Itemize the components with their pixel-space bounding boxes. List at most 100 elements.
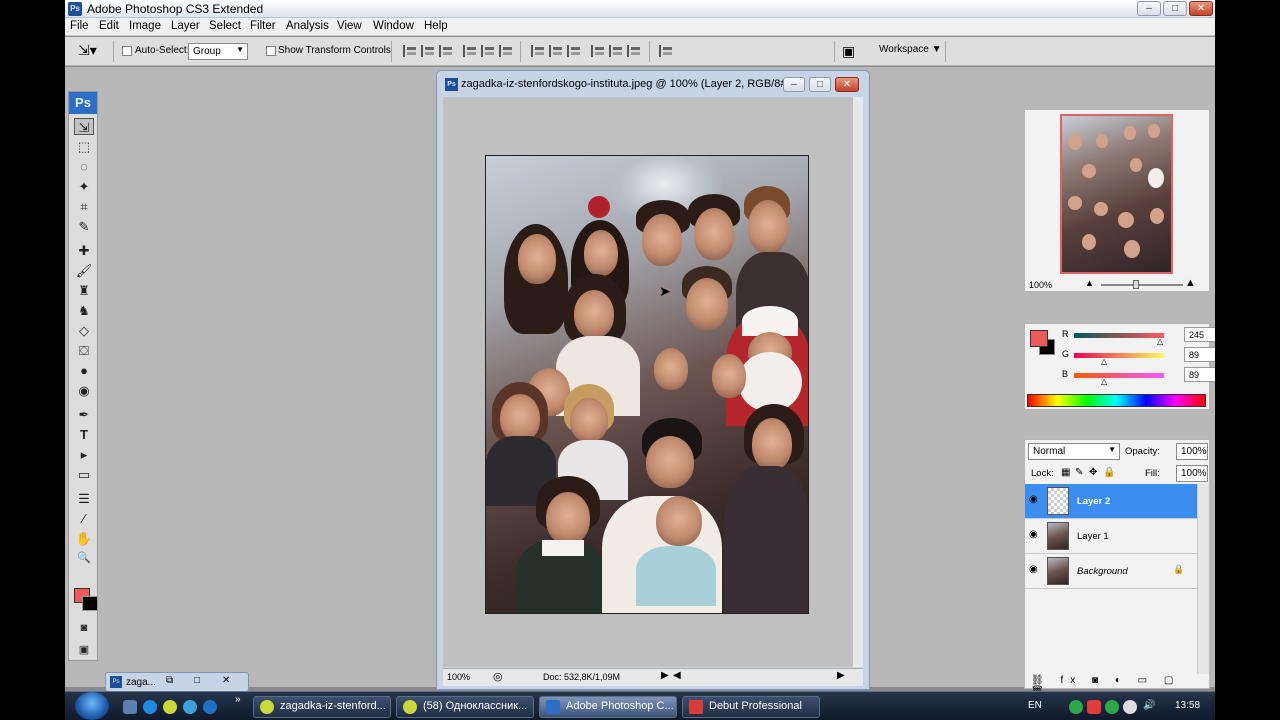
doc-zoom[interactable]: 100% [447,672,470,682]
taskbar-button-debut[interactable]: Debut Professional [682,696,820,718]
quick-mask-icon[interactable]: ◙ [74,620,94,637]
paint-bucket-tool[interactable]: ⛋ [74,342,94,359]
red-slider[interactable] [1074,333,1164,338]
visibility-eye-icon[interactable]: ◉ [1029,564,1038,575]
layer-name[interactable]: Layer 2 [1077,496,1110,507]
menu-image[interactable]: Image [129,20,161,32]
green-value[interactable]: 89 [1184,347,1215,362]
marquee-tool[interactable]: ⬚ [74,138,94,155]
lock-position-icon[interactable]: ✥ [1089,467,1097,478]
quicklaunch-more-icon[interactable]: » [235,694,241,705]
blue-slider[interactable] [1074,373,1164,378]
fill-field[interactable]: 100% [1176,465,1208,482]
start-button[interactable] [75,692,109,720]
blend-mode-dropdown[interactable]: Normal ▼ [1028,443,1120,460]
color-fg-swatch[interactable] [1030,330,1048,347]
align-right-icon[interactable] [499,45,513,57]
bridge-icon[interactable]: ▣ [842,43,855,60]
blue-slider-handle[interactable]: △ [1101,377,1107,386]
screen-mode-icon[interactable]: ▣ [74,642,94,659]
show-desktop-icon[interactable] [123,700,137,714]
menu-window[interactable]: Window [373,20,414,32]
slice-tool[interactable]: ✎ [74,218,94,235]
hand-tool[interactable]: ✋ [74,530,94,547]
align-top-icon[interactable] [403,45,417,57]
zoom-in-icon[interactable]: ▲ [1185,277,1196,289]
distribute-top-icon[interactable] [531,45,545,57]
align-hcenter-icon[interactable] [481,45,495,57]
distribute-bottom-icon[interactable] [567,45,581,57]
menu-edit[interactable]: Edit [99,20,119,32]
lock-all-icon[interactable]: 🔒 [1103,467,1115,478]
layers-scrollbar[interactable] [1197,484,1209,674]
color-spectrum-bar[interactable] [1027,394,1206,407]
visibility-eye-icon[interactable]: ◉ [1029,529,1038,540]
tray-network-icon[interactable] [1105,700,1119,714]
green-slider-handle[interactable]: △ [1101,357,1107,366]
type-tool[interactable]: T [74,426,94,443]
workspace-menu[interactable]: Workspace ▼ [879,44,942,55]
move-tool-preset-icon[interactable]: ⇲▾ [78,42,97,59]
menu-filter[interactable]: Filter [250,20,276,32]
layer-name[interactable]: Layer 1 [1077,531,1109,542]
clone-stamp-tool[interactable]: ♜ [74,282,94,299]
align-left-icon[interactable] [463,45,477,57]
doc-maximize-button[interactable]: □ [809,77,831,92]
menu-analysis[interactable]: Analysis [286,20,329,32]
ie-icon[interactable] [203,700,217,714]
tray-status-icon[interactable] [1123,700,1137,714]
minimized-document[interactable]: Ps zaga... ⧉ □ ✕ [105,672,249,692]
navigator-slider-handle[interactable] [1133,280,1139,289]
lasso-tool[interactable]: ◌ [74,158,94,175]
crop-tool[interactable]: ⌗ [74,198,94,215]
move-tool[interactable]: ⇲ [74,118,94,135]
layer-row-layer-2[interactable]: ◉ Layer 2 [1025,484,1197,519]
language-indicator[interactable]: EN [1028,700,1042,711]
magic-wand-tool[interactable]: ✦ [74,178,94,195]
taskbar-button-image[interactable]: zagadka-iz-stenford... [253,696,391,718]
canvas-area[interactable]: ➤ [443,97,853,667]
minimize-button[interactable]: – [1137,1,1161,16]
close-icon[interactable]: ✕ [222,675,230,686]
healing-tool[interactable]: ✚ [74,242,94,259]
taskbar-button-odnoklassniki[interactable]: (58) Одноклассник... [396,696,534,718]
browser-icon[interactable] [163,700,177,714]
blur-tool[interactable]: ● [74,362,94,379]
layer-row-background[interactable]: ◉ Background 🔒 [1025,554,1197,589]
background-color-swatch[interactable] [82,596,98,611]
brush-tool[interactable]: 🖌 [74,262,94,279]
distribute-right-icon[interactable] [627,45,641,57]
menu-layer[interactable]: Layer [171,20,200,32]
distribute-vcenter-icon[interactable] [549,45,563,57]
restore-icon[interactable]: ⧉ [166,675,173,686]
tray-record-icon[interactable] [1087,700,1101,714]
hscroll-right-icon[interactable]: ▶ [837,670,845,681]
layer-row-layer-1[interactable]: ◉ Layer 1 [1025,519,1197,554]
red-slider-handle[interactable]: △ [1157,337,1163,346]
menu-help[interactable]: Help [424,20,448,32]
skype-icon[interactable] [143,700,157,714]
align-bottom-icon[interactable] [439,45,453,57]
globe-icon[interactable] [183,700,197,714]
green-slider[interactable] [1074,353,1164,358]
maximize-icon[interactable]: □ [194,675,200,686]
menu-select[interactable]: Select [209,20,241,32]
zoom-out-icon[interactable]: ▲ [1085,278,1094,288]
close-button[interactable]: ✕ [1189,1,1213,16]
navigator-zoom-slider[interactable] [1101,284,1183,286]
volume-icon[interactable]: 🔊 [1143,700,1155,711]
show-transform-checkbox[interactable] [266,46,276,56]
navigator-thumbnail[interactable] [1060,114,1173,274]
red-value[interactable]: 245 [1184,327,1215,342]
distribute-hcenter-icon[interactable] [609,45,623,57]
family-photo[interactable] [485,155,809,614]
visibility-eye-icon[interactable]: ◉ [1029,494,1038,505]
eyedropper-tool[interactable]: ⁄ [74,510,94,527]
zoom-tool[interactable]: 🔍 [74,550,94,567]
status-menu-icon[interactable]: ◎ [493,670,503,683]
lock-pixels-icon[interactable]: ✎ [1075,467,1083,478]
notes-tool[interactable]: ☰ [74,490,94,507]
auto-align-layers-icon[interactable] [659,45,673,57]
opacity-field[interactable]: 100% [1176,443,1208,460]
doc-close-button[interactable]: ✕ [835,77,859,92]
